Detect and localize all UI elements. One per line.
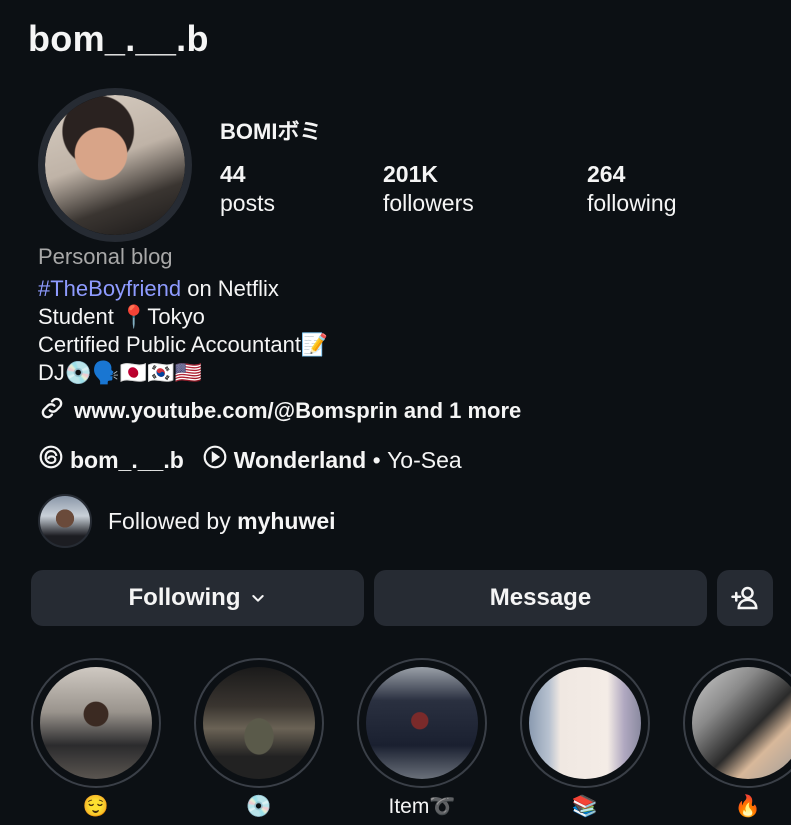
highlight-3[interactable]: Item➰ (357, 658, 487, 820)
avatar-photo (45, 95, 185, 235)
following-label: Following (128, 584, 241, 611)
chevron-down-icon (250, 590, 266, 606)
stat-posts[interactable]: 44 posts (220, 160, 275, 218)
threads-handle: bom_.__.b (70, 446, 184, 473)
song-title: Wonderland (233, 446, 367, 473)
followed-by-prefix: Followed by (108, 507, 238, 534)
profile-screen: bom_.__.b BOMIボミ 44 posts 201K followers… (0, 0, 791, 825)
following-button[interactable]: Following (31, 570, 364, 626)
threads-badge[interactable]: bom_.__.b (38, 444, 184, 476)
music-separator: • (366, 446, 388, 473)
highlight-1[interactable]: 😌 (31, 658, 161, 820)
highlight-4[interactable]: 📚 (520, 658, 650, 820)
highlight-label: 📚 (571, 795, 599, 818)
profile-username: bom_.__.b (28, 18, 209, 59)
music-badge[interactable]: Wonderland • Yo-Sea (202, 444, 462, 476)
stat-following[interactable]: 264 following (587, 160, 677, 218)
following-count: 264 (587, 161, 626, 187)
bio-line-3: Certified Public Accountant📝 (38, 332, 329, 357)
profile-category: Personal blog (38, 244, 173, 269)
highlight-label: 😌 (82, 795, 110, 818)
bio-link[interactable]: www.youtube.com/@Bomsprin and 1 more (38, 394, 521, 428)
bio-line-4: DJ💿🗣️🇯🇵🇰🇷🇺🇸 (38, 360, 202, 385)
followed-by[interactable]: Followed by myhuwei (38, 494, 336, 548)
highlight-label: 🔥 (734, 795, 762, 818)
highlight-ring (357, 658, 487, 788)
highlight-ring (194, 658, 324, 788)
highlight-label: 💿 (245, 795, 273, 818)
bio-hashtag-suffix: on Netflix (181, 276, 279, 301)
link-url: www.youtube.com/@Bomsprin (74, 398, 398, 423)
add-person-icon (730, 583, 760, 613)
link-icon (38, 394, 66, 428)
link-more: and 1 more (397, 398, 522, 423)
highlight-cover (203, 667, 315, 779)
song-artist: Yo-Sea (387, 446, 462, 473)
profile-avatar[interactable] (38, 88, 192, 242)
highlight-label: Item➰ (388, 795, 456, 818)
highlight-cover (366, 667, 478, 779)
bio-line-1: #TheBoyfriend on Netflix (38, 275, 279, 303)
posts-label: posts (220, 190, 275, 216)
stat-followers[interactable]: 201K followers (383, 160, 474, 218)
highlight-2[interactable]: 💿 (194, 658, 324, 820)
message-button[interactable]: Message (374, 570, 707, 626)
threads-icon (38, 444, 64, 476)
followers-label: followers (383, 190, 474, 216)
highlight-ring (683, 658, 791, 788)
message-label: Message (489, 584, 592, 611)
highlight-ring (520, 658, 650, 788)
play-circle-icon (202, 444, 228, 476)
meta-row: bom_.__.b Wonderland • Yo-Sea (38, 444, 462, 476)
highlight-ring (31, 658, 161, 788)
suggest-people-button[interactable] (717, 570, 773, 626)
follower-avatar (38, 494, 92, 548)
following-label: following (587, 190, 677, 216)
highlight-cover (40, 667, 152, 779)
highlight-5[interactable]: 🔥 (683, 658, 791, 820)
bio-hashtag-link[interactable]: #TheBoyfriend (38, 276, 181, 301)
bio-line-2: Student 📍Tokyo (38, 304, 205, 329)
highlight-cover (692, 667, 791, 779)
followed-by-user: myhuwei (237, 507, 336, 534)
highlight-cover (529, 667, 641, 779)
followers-count: 201K (383, 161, 438, 187)
posts-count: 44 (220, 161, 246, 187)
display-name: BOMIボミ (220, 119, 322, 144)
